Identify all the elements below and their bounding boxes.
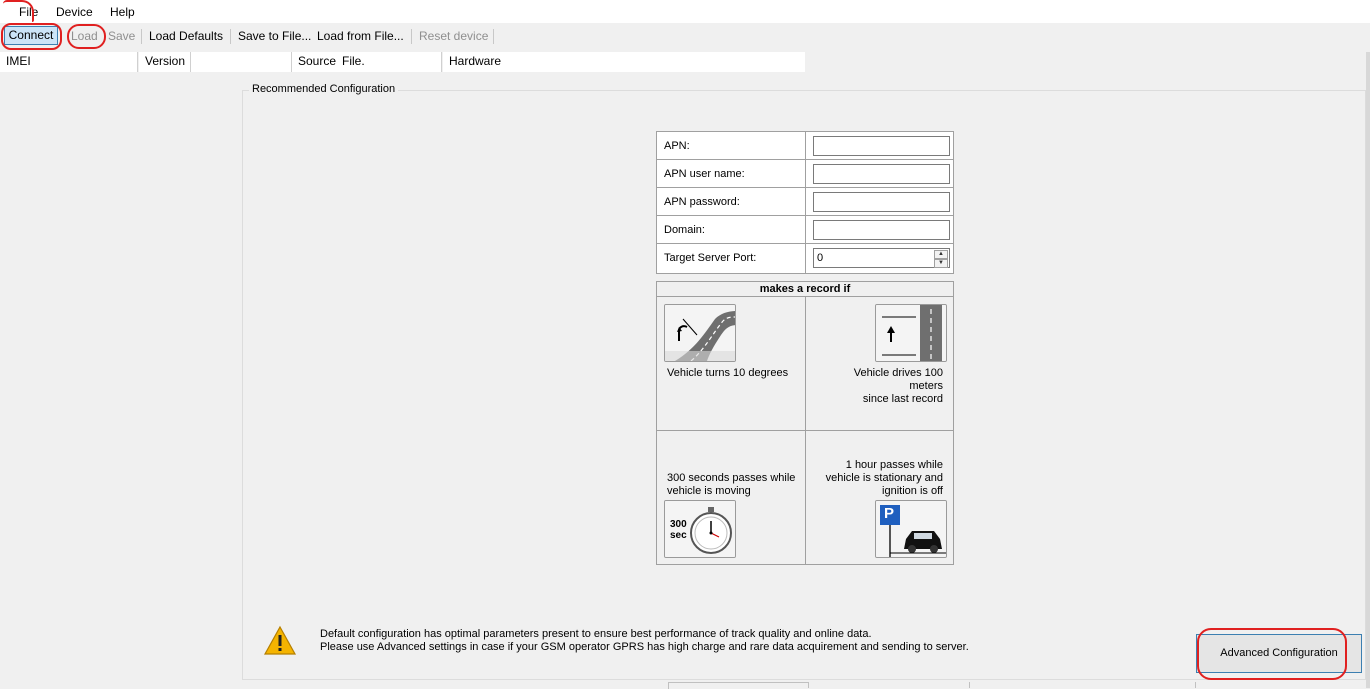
apn-row: APN: — [657, 132, 953, 160]
load-defaults-button[interactable]: Load Defaults — [149, 29, 223, 43]
apn-user-label: APN user name: — [664, 168, 745, 180]
menu-help[interactable]: Help — [110, 5, 135, 19]
menu-device[interactable]: Device — [56, 5, 93, 19]
load-from-file-button[interactable]: Load from File... — [317, 29, 404, 43]
toolbar: Load Save Load Defaults Save to File... … — [0, 24, 1370, 49]
status-segment — [808, 682, 969, 688]
status-bar — [0, 682, 1366, 689]
version-value — [191, 52, 292, 72]
status-segment — [969, 682, 1195, 688]
record-table-title: makes a record if — [657, 282, 953, 297]
column-divider — [805, 244, 806, 273]
stationary-text-line: 1 hour passes while — [845, 459, 943, 471]
apn-password-input[interactable] — [813, 192, 950, 212]
menu-bar: File Device Help — [0, 0, 1370, 23]
source-label: Source — [292, 52, 336, 72]
port-row: Target Server Port: ▲ ▼ — [657, 244, 953, 273]
column-divider — [805, 132, 806, 159]
group-title: Recommended Configuration — [249, 83, 399, 95]
warning-icon — [263, 625, 297, 657]
device-info-bar: IMEI Version Source File. Hardware — [0, 52, 1370, 72]
connect-button[interactable]: Connect — [4, 26, 58, 45]
warning-line: Default configuration has optimal parame… — [320, 628, 872, 640]
distance-condition-text: Vehicle drives 100 meters since last rec… — [821, 367, 943, 406]
domain-label: Domain: — [664, 224, 705, 236]
menu-file[interactable]: File — [19, 5, 38, 19]
advanced-configuration-button[interactable]: Advanced Configuration — [1196, 634, 1362, 673]
record-row-divider — [657, 430, 953, 431]
toolbar-separator — [141, 29, 142, 44]
version-label: Version — [139, 52, 191, 72]
imei-label: IMEI — [0, 52, 138, 72]
apn-user-row: APN user name: — [657, 160, 953, 188]
warning-line: Please use Advanced settings in case if … — [320, 641, 969, 653]
stationary-text-line: vehicle is stationary and — [825, 472, 943, 484]
domain-row: Domain: — [657, 216, 953, 244]
spin-down-icon[interactable]: ▼ — [934, 259, 948, 268]
moving-condition-text: 300 seconds passes while vehicle is movi… — [667, 472, 795, 498]
reset-device-button[interactable]: Reset device — [419, 29, 488, 43]
toolbar-separator — [411, 29, 412, 44]
stationary-text-line: ignition is off — [882, 485, 943, 497]
save-button[interactable]: Save — [108, 29, 135, 43]
parking-sign-text: P — [884, 505, 895, 522]
stopwatch-icon: 300 sec — [664, 500, 736, 558]
load-button[interactable]: Load — [71, 29, 98, 43]
stationary-condition-text: 1 hour passes while vehicle is stationar… — [821, 459, 943, 498]
port-label: Target Server Port: — [664, 252, 757, 264]
spin-up-icon[interactable]: ▲ — [934, 250, 948, 259]
road-curve-icon — [664, 304, 736, 362]
apn-label: APN: — [664, 140, 690, 152]
column-divider — [805, 188, 806, 215]
column-divider — [805, 216, 806, 243]
vertical-scrollbar[interactable] — [1366, 52, 1370, 688]
left-panel — [4, 73, 241, 680]
toolbar-separator — [230, 29, 231, 44]
apn-input[interactable] — [813, 136, 950, 156]
parking-car-icon: P — [875, 500, 947, 558]
timer-icon-text: 300 — [670, 519, 687, 530]
port-stepper[interactable] — [813, 248, 950, 268]
apn-user-input[interactable] — [813, 164, 950, 184]
connection-settings-table: APN: APN user name: APN password: Domain… — [656, 131, 954, 274]
warning-message: Default configuration has optimal parame… — [320, 628, 969, 654]
toolbar-separator — [493, 29, 494, 44]
hardware-value — [505, 52, 805, 72]
timer-icon-text: sec — [670, 530, 687, 541]
record-conditions-table: makes a record if Vehicle turns 10 degre… — [656, 281, 954, 565]
turn-condition-text: Vehicle turns 10 degrees — [667, 367, 789, 379]
apn-password-label: APN password: — [664, 196, 740, 208]
distance-text-line: Vehicle drives 100 meters — [853, 367, 943, 392]
moving-text-line: 300 seconds passes while — [667, 472, 796, 484]
hardware-label: Hardware — [443, 52, 505, 72]
distance-text-line: since last record — [862, 393, 943, 405]
column-divider — [805, 160, 806, 187]
status-segment — [1195, 682, 1366, 688]
straight-road-icon — [875, 304, 947, 362]
moving-text-line: vehicle is moving — [667, 485, 751, 497]
domain-input[interactable] — [813, 220, 950, 240]
save-to-file-button[interactable]: Save to File... — [238, 29, 311, 43]
source-value: File. — [336, 52, 442, 72]
apn-password-row: APN password: — [657, 188, 953, 216]
